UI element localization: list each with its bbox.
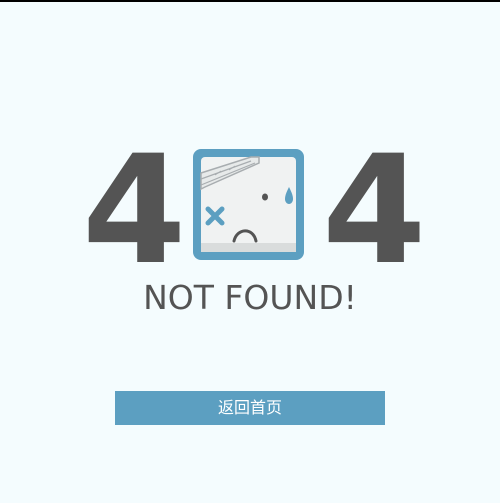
error-code-digit-last: 4 bbox=[322, 124, 427, 298]
top-border bbox=[0, 0, 500, 2]
error-message: NOT FOUND! bbox=[143, 278, 357, 317]
error-code-digit-first: 4 bbox=[82, 124, 187, 298]
bandaged-sad-face-icon bbox=[193, 149, 304, 260]
return-home-button[interactable]: 返回首页 bbox=[115, 391, 385, 425]
